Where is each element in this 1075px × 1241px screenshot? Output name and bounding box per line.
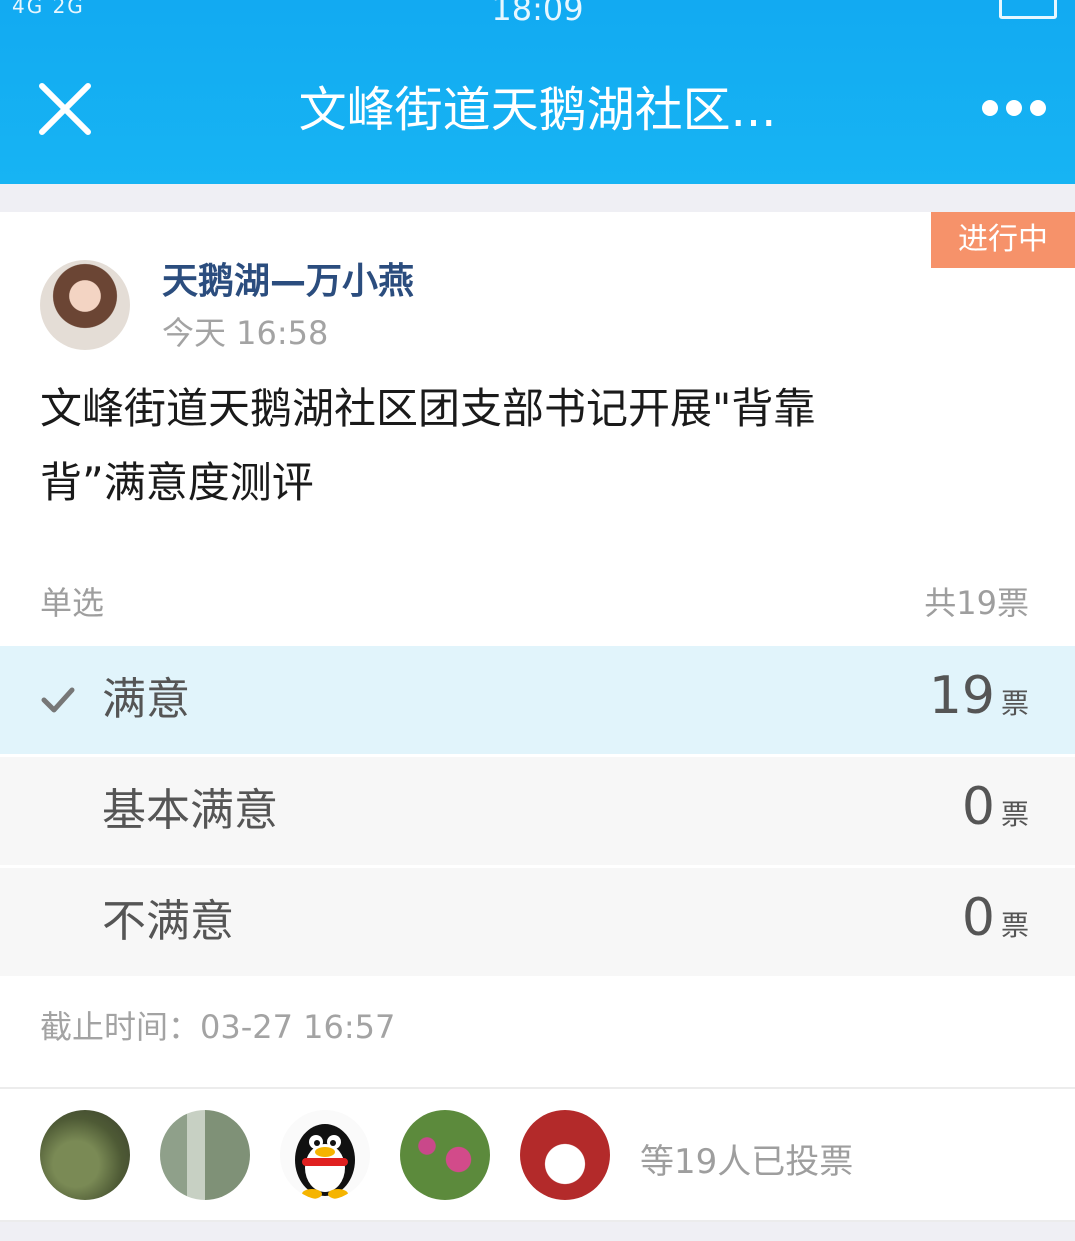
close-button[interactable] [34,78,96,140]
divider [0,1087,1075,1089]
option-label: 满意 [102,674,190,725]
voters-summary[interactable]: 等19人已投票 [640,1134,853,1183]
voter-avatar[interactable] [400,1110,490,1200]
vote-type-label: 单选 [40,584,105,622]
deadline-text: 截止时间：03-27 16:57 [40,1008,396,1046]
voter-avatar[interactable] [40,1110,130,1200]
checkmark-icon [41,687,75,713]
option-label: 不满意 [102,896,234,947]
option-count: 0票 [961,777,1029,837]
post-time: 今天 16:58 [162,314,329,352]
status-bar: 4G 2G 18:09 [0,0,1075,30]
option-label: 基本满意 [102,785,278,836]
divider [0,1220,1075,1222]
vote-option-basically-satisfied[interactable]: 基本满意 0票 [0,757,1075,865]
option-count: 19 票 [928,666,1029,726]
question-line-2: 背”满意度测评 [40,458,314,507]
vote-question: 文峰街道天鹅湖社区团支部书记开展"背靠 背”满意度测评 [40,372,960,520]
vote-option-satisfied[interactable]: 满意 19 票 [0,646,1075,754]
voter-avatar[interactable] [520,1110,610,1200]
option-count: 0票 [961,888,1029,948]
question-line-1: 文峰街道天鹅湖社区团支部书记开展"背靠 [40,384,816,433]
author-avatar[interactable] [40,260,130,350]
close-icon [39,83,91,135]
penguin-icon [295,1124,355,1199]
vote-option-unsatisfied[interactable]: 不满意 0票 [0,868,1075,976]
status-time: 18:09 [491,0,584,28]
more-options-button[interactable] [981,93,1047,123]
voter-avatar[interactable] [280,1110,370,1200]
status-badge: 进行中 [925,212,1075,268]
author-name[interactable]: 天鹅湖—万小燕 [162,252,414,304]
vote-card: 进行中 天鹅湖—万小燕 今天 16:58 文峰街道天鹅湖社区团支部书记开展"背靠… [0,212,1075,1222]
more-dots-icon [982,100,1046,116]
battery-icon [999,0,1057,19]
page-title: 文峰街道天鹅湖社区... [298,82,777,138]
top-navigation-bar: 4G 2G 18:09 文峰街道天鹅湖社区... [0,0,1075,184]
voter-avatar[interactable] [160,1110,250,1200]
vote-total: 共19票 [924,584,1029,622]
